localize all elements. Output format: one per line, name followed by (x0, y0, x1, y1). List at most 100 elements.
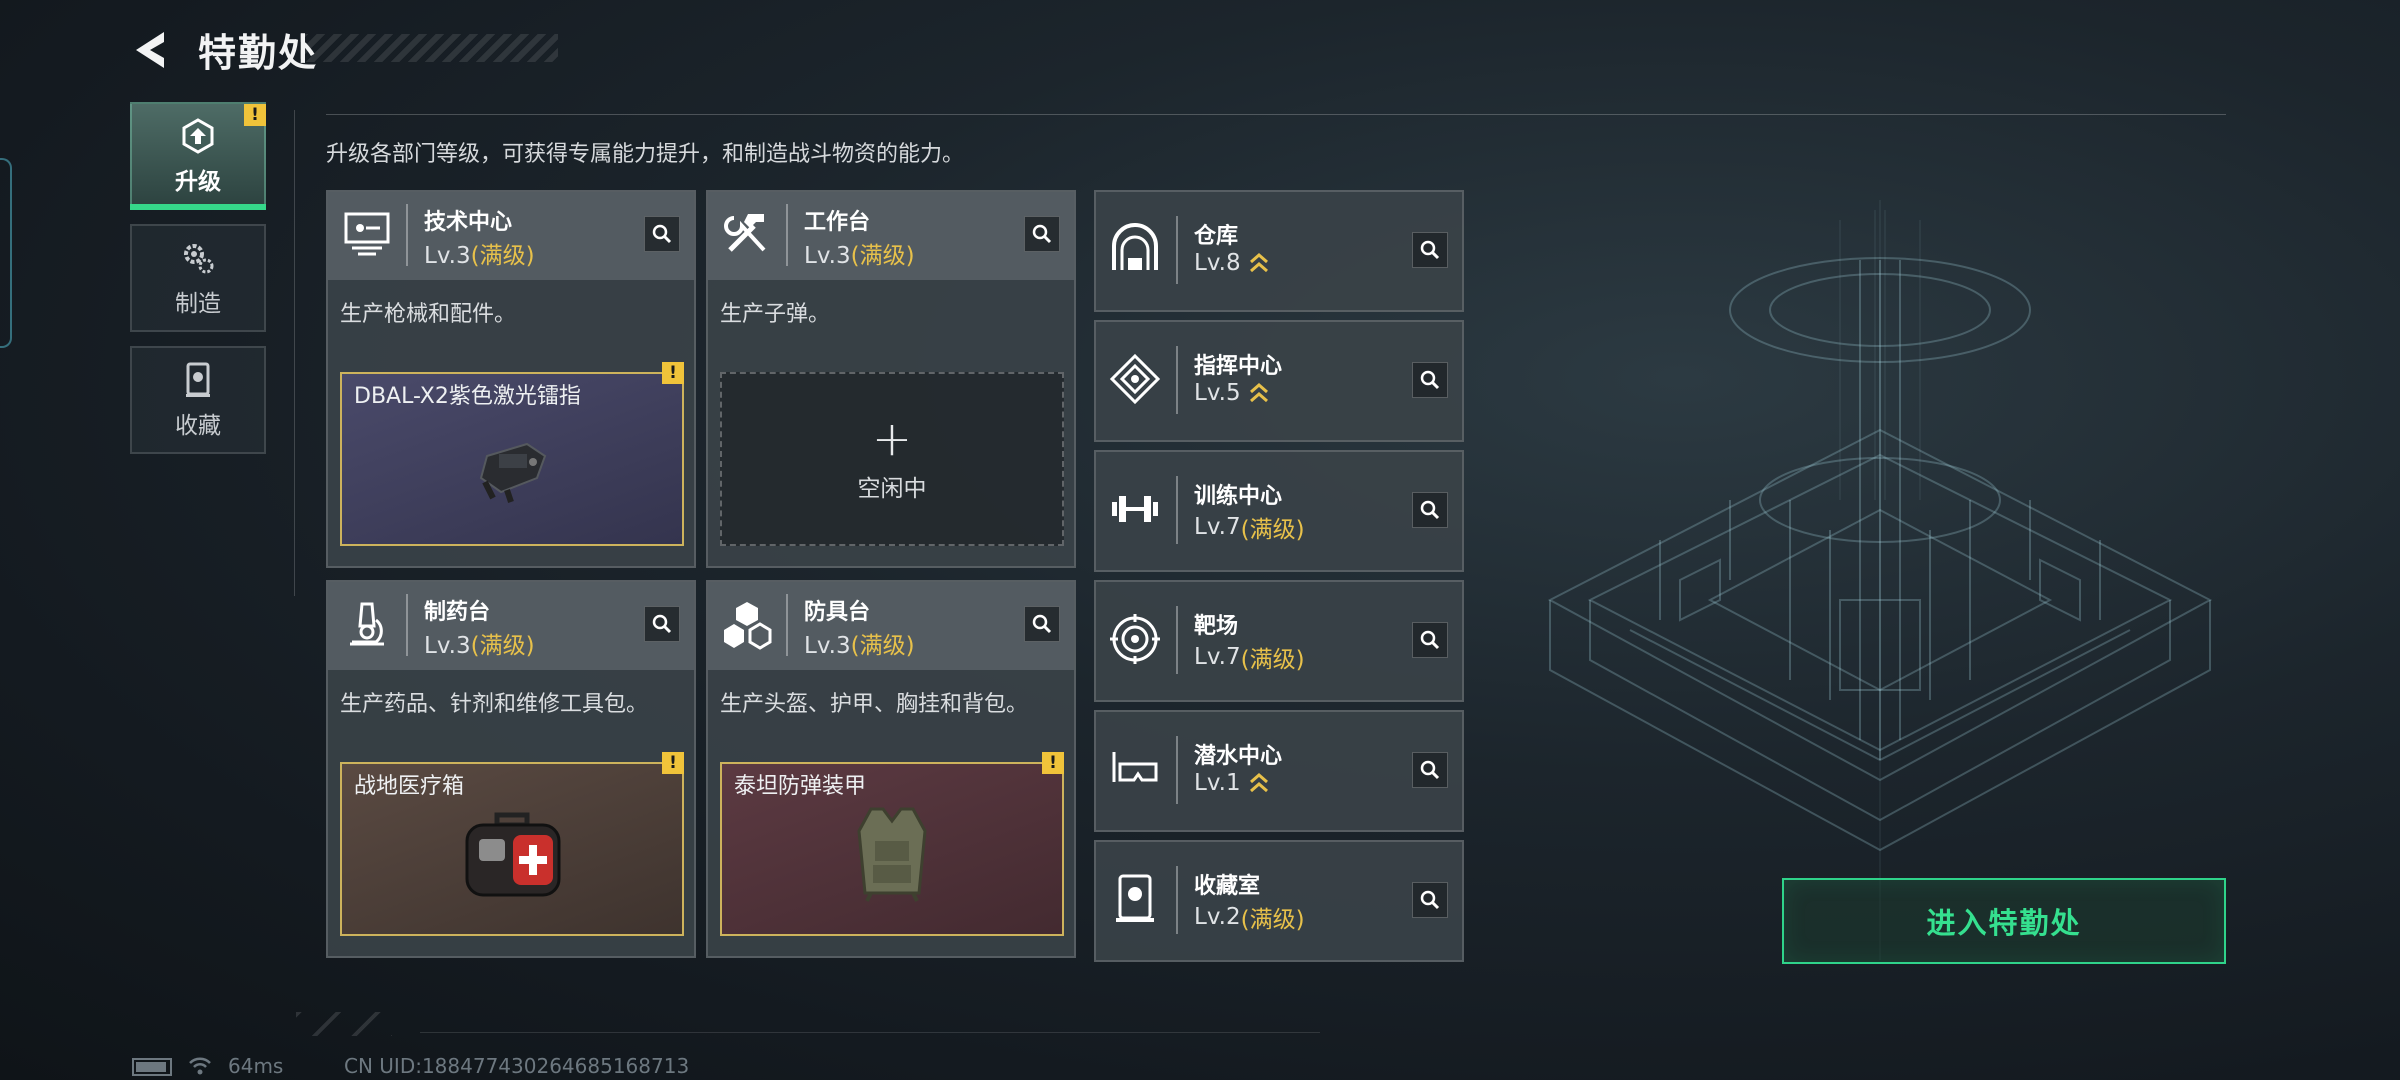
inspect-button[interactable] (1412, 362, 1448, 398)
search-icon (1420, 760, 1440, 780)
laser-sight-image (479, 442, 547, 503)
search-icon (1420, 370, 1440, 390)
cubes-icon (724, 602, 772, 650)
trophy-case-icon (186, 362, 210, 397)
maxed-label: (满级) (850, 633, 915, 659)
level-value: Lv.2 (1194, 904, 1241, 930)
header-divider (326, 114, 2226, 115)
warning-badge: ! (1042, 752, 1064, 774)
section-description: 升级各部门等级，可获得专属能力提升，和制造战斗物资的能力。 (326, 142, 965, 167)
facility-name: 训练中心 (1194, 484, 1283, 509)
building-name: 工作台 (804, 210, 871, 235)
inspect-button[interactable] (644, 606, 680, 642)
facility-card-warehouse: 仓库 Lv.8 (1094, 190, 1464, 312)
facility-name: 收藏室 (1194, 874, 1261, 899)
level-value: Lv.1 (1194, 770, 1241, 796)
plus-icon: + (871, 411, 913, 467)
facility-name: 指挥中心 (1194, 354, 1283, 379)
facility-level: Lv.2 (满级) (1194, 900, 1305, 934)
empty-crafting-slot[interactable]: + 空闲中 (720, 372, 1064, 546)
level-value: Lv.3 (804, 243, 851, 269)
level-value: Lv.3 (424, 243, 471, 269)
search-icon (1032, 614, 1052, 634)
battery-icon (132, 1058, 172, 1076)
building-card-armory: 防具台 Lv.3(满级) 生产头盔、护甲、胸挂和背包。 泰坦防弹装甲 ! (706, 580, 1076, 958)
facility-level: Lv.7 (满级) (1194, 510, 1305, 544)
level-value: Lv.3 (424, 633, 471, 659)
card-separator (1176, 736, 1178, 804)
back-arrow-icon (136, 32, 164, 68)
enter-special-ops-button[interactable]: 进入特勤处 (1782, 878, 2226, 964)
building-name: 技术中心 (424, 210, 513, 235)
facility-name: 靶场 (1194, 614, 1239, 639)
crafting-slot[interactable]: 泰坦防弹装甲 ! (720, 752, 1064, 936)
crafting-item-name: 战地医疗箱 (354, 774, 465, 799)
facility-level: Lv.7 (满级) (1194, 640, 1305, 674)
dumbbell-icon (1112, 496, 1158, 522)
card-separator (786, 594, 788, 656)
inspect-button[interactable] (1412, 752, 1448, 788)
building-description: 生产子弹。 (720, 302, 831, 327)
tab-craft[interactable]: 制造 (130, 224, 266, 332)
target-icon (1110, 614, 1160, 664)
building-level: Lv.3(满级) (424, 626, 535, 660)
medical-kit-image (465, 812, 561, 897)
search-icon (652, 224, 672, 244)
card-separator (786, 204, 788, 266)
user-uid: CN UID:1884774302646851687​13 (344, 1054, 690, 1078)
level-value: Lv.5 (1194, 380, 1241, 406)
gears-icon (184, 244, 214, 274)
building-level: Lv.3(满级) (804, 236, 915, 270)
crafting-slot[interactable]: DBAL-X2紫色激光镭指 ! (340, 362, 684, 546)
level-value: Lv.3 (804, 633, 851, 659)
building-card-pharmacy: 制药台 Lv.3(满级) 生产药品、针剂和维修工具包。 战地医疗箱 ! (326, 580, 696, 958)
special-ops-base-illustration (1547, 200, 2213, 960)
card-separator (406, 204, 408, 266)
tab-collection[interactable]: 收藏 (130, 346, 266, 454)
tab-upgrade[interactable]: 升级 ! (130, 102, 266, 210)
inspect-button[interactable] (1412, 492, 1448, 528)
facility-card-collection-room: 收藏室 Lv.2 (满级) (1094, 840, 1464, 962)
card-separator (406, 594, 408, 656)
card-separator (1176, 606, 1178, 674)
facility-level: Lv.5 (1194, 380, 1269, 406)
card-separator (1176, 346, 1178, 414)
building-level: Lv.3(满级) (424, 236, 535, 270)
facility-name: 潜水中心 (1194, 744, 1283, 769)
maxed-label: (满级) (470, 633, 535, 659)
microscope-icon (350, 602, 384, 646)
building-description: 生产枪械和配件。 (340, 302, 517, 327)
inspect-button[interactable] (1412, 232, 1448, 268)
warehouse-icon (1112, 223, 1158, 270)
facility-card-command-center: 指挥中心 Lv.5 (1094, 320, 1464, 442)
maxed-label: (满级) (1240, 517, 1305, 543)
ping-display: 64ms (228, 1054, 284, 1078)
inspect-button[interactable] (1412, 882, 1448, 918)
maxed-label: (满级) (1240, 647, 1305, 673)
crafting-slot[interactable]: 战地医疗箱 ! (340, 752, 684, 936)
inspect-button[interactable] (644, 216, 680, 252)
wifi-icon (189, 1057, 211, 1075)
facility-card-diving-center: 潜水中心 Lv.1 (1094, 710, 1464, 832)
level-value: Lv.7 (1194, 514, 1241, 540)
warning-badge: ! (244, 104, 266, 126)
enter-button-label: 进入特勤处 (1926, 906, 2082, 940)
inspect-button[interactable] (1024, 606, 1060, 642)
hammer-wrench-icon (724, 214, 766, 252)
inspect-button[interactable] (1024, 216, 1060, 252)
crafting-item-name: 泰坦防弹装甲 (734, 774, 867, 799)
maxed-label: (满级) (850, 243, 915, 269)
back-button[interactable] (128, 26, 176, 74)
warning-badge: ! (662, 362, 684, 384)
upgrade-available-icon (1249, 253, 1268, 273)
building-description: 生产药品、针剂和维修工具包。 (340, 692, 649, 717)
upgrade-available-icon (1249, 383, 1268, 403)
facility-card-training-center: 训练中心 Lv.7 (满级) (1094, 450, 1464, 572)
maxed-label: (满级) (1240, 907, 1305, 933)
facility-level: Lv.1 (1194, 770, 1269, 796)
building-level: Lv.3(满级) (804, 626, 915, 660)
inspect-button[interactable] (1412, 622, 1448, 658)
command-center-icon (1109, 353, 1161, 405)
vertical-divider (294, 110, 295, 596)
side-edge-handle[interactable] (0, 158, 12, 348)
